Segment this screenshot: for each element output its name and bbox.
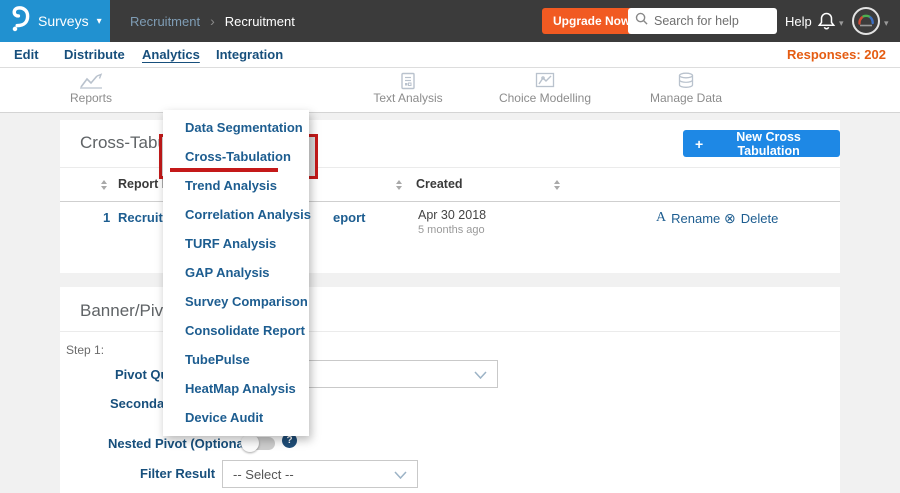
breadcrumb-current: Recruitment	[224, 13, 295, 29]
toolbar-label-choice-modelling: Choice Modelling	[498, 91, 592, 105]
responses-count[interactable]: Responses: 202	[787, 47, 886, 62]
toolbar-item-manage-data[interactable]: Manage Data	[626, 72, 746, 105]
toolbar-item-choice-modelling[interactable]: Choice Modelling	[485, 72, 605, 105]
rename-label: Rename	[671, 210, 721, 226]
help-search-box[interactable]	[628, 8, 777, 34]
filter-result-label: Filter Result	[140, 466, 216, 481]
nav-tab-analytics[interactable]: Analytics	[142, 47, 200, 62]
breadcrumb: Recruitment › Recruitment	[130, 0, 295, 42]
plus-icon: +	[695, 135, 704, 152]
menu-item-trend-analysis[interactable]: Trend Analysis	[163, 171, 309, 200]
document-icon	[348, 72, 468, 90]
menu-item-correlation-analysis[interactable]: Correlation Analysis	[163, 200, 311, 229]
questionpro-logo-icon	[11, 5, 30, 37]
menu-item-heatmap-analysis[interactable]: HeatMap Analysis	[163, 374, 309, 403]
app-window: Surveys ▾ Recruitment › Recruitment Upgr…	[0, 0, 900, 493]
rename-letter-icon: A	[656, 210, 667, 225]
chevron-down-icon	[474, 367, 487, 382]
upgrade-now-button[interactable]: Upgrade Now	[542, 8, 642, 34]
delete-label: Delete	[740, 211, 779, 226]
line-chart-icon	[31, 72, 151, 89]
new-cross-tabulation-label: New Cross Tabulation	[736, 129, 801, 158]
chart-frame-icon	[485, 72, 605, 89]
sort-icon[interactable]	[554, 180, 560, 190]
delete-button[interactable]: ⊗ Delete	[724, 210, 778, 227]
rename-button[interactable]: A Rename	[656, 210, 720, 226]
row-index: 1	[103, 210, 111, 225]
analysis-dropdown-menu: Data Segmentation Cross-Tabulation Trend…	[163, 110, 311, 436]
breadcrumb-parent[interactable]: Recruitment	[130, 14, 200, 29]
new-cross-tabulation-button[interactable]: + New Cross Tabulation	[683, 129, 840, 158]
help-link[interactable]: Help	[785, 14, 812, 29]
filter-result-select[interactable]: -- Select --	[222, 460, 418, 488]
help-search-input[interactable]	[654, 14, 764, 28]
nested-pivot-label: Nested Pivot (Optional)	[108, 436, 252, 451]
menu-item-consolidate-report[interactable]: Consolidate Report	[163, 316, 309, 345]
avatar-caret-icon[interactable]: ▾	[884, 18, 889, 29]
toolbar-item-text-analysis[interactable]: Text Analysis	[348, 72, 468, 105]
filter-result-value: -- Select --	[233, 466, 294, 482]
survey-nav-bar: Edit Distribute Analytics Integration Re…	[0, 42, 900, 68]
delete-circle-x-icon: ⊗	[724, 210, 736, 226]
surveys-menu[interactable]: Surveys ▾	[0, 0, 110, 42]
toolbar-label-text-analysis: Text Analysis	[373, 91, 443, 105]
menu-item-tubepulse[interactable]: TubePulse	[163, 345, 309, 374]
sort-icon[interactable]	[101, 180, 107, 190]
nav-tab-integration[interactable]: Integration	[216, 47, 283, 62]
menu-item-turf-analysis[interactable]: TURF Analysis	[163, 229, 309, 258]
menu-item-cross-tabulation[interactable]: Cross-Tabulation	[163, 142, 309, 171]
chevron-down-icon	[394, 467, 407, 482]
surveys-label: Surveys	[38, 13, 89, 29]
notifications-bell-icon[interactable]	[817, 11, 836, 36]
banner-pivot-title: Banner/Pivo	[80, 301, 173, 320]
report-name-link-end[interactable]: eport	[333, 210, 366, 225]
created-ago: 5 months ago	[418, 224, 485, 236]
menu-item-survey-comparison[interactable]: Survey Comparison	[163, 287, 309, 316]
user-avatar[interactable]	[852, 7, 880, 35]
created-date: Apr 30 2018	[418, 208, 487, 222]
nav-tab-edit[interactable]: Edit	[14, 47, 39, 62]
analytics-toolbar: Reports ▼ Analysis ▼ Text Analysis ▼ Cho…	[0, 68, 900, 179]
search-icon	[635, 12, 648, 30]
nested-pivot-toggle[interactable]	[241, 434, 275, 452]
nav-tab-distribute[interactable]: Distribute	[64, 47, 125, 62]
step-label: Step 1:	[66, 343, 105, 357]
chevron-down-icon: ▾	[96, 16, 102, 27]
breadcrumb-separator-icon: ›	[210, 13, 215, 29]
toolbar-label-reports: Reports	[69, 91, 113, 105]
database-icon	[626, 72, 746, 89]
notifications-caret-icon[interactable]: ▾	[839, 18, 844, 29]
toolbar-item-reports[interactable]: Reports	[31, 72, 151, 105]
annotation-red-underline	[170, 168, 278, 172]
toolbar-label-manage-data: Manage Data	[649, 91, 723, 105]
sort-icon[interactable]	[396, 180, 402, 190]
menu-item-device-audit[interactable]: Device Audit	[163, 403, 309, 432]
column-header-created[interactable]: Created	[416, 177, 463, 191]
top-bar: Surveys ▾ Recruitment › Recruitment Upgr…	[0, 0, 900, 42]
menu-item-gap-analysis[interactable]: GAP Analysis	[163, 258, 309, 287]
menu-item-data-segmentation[interactable]: Data Segmentation	[163, 113, 309, 142]
